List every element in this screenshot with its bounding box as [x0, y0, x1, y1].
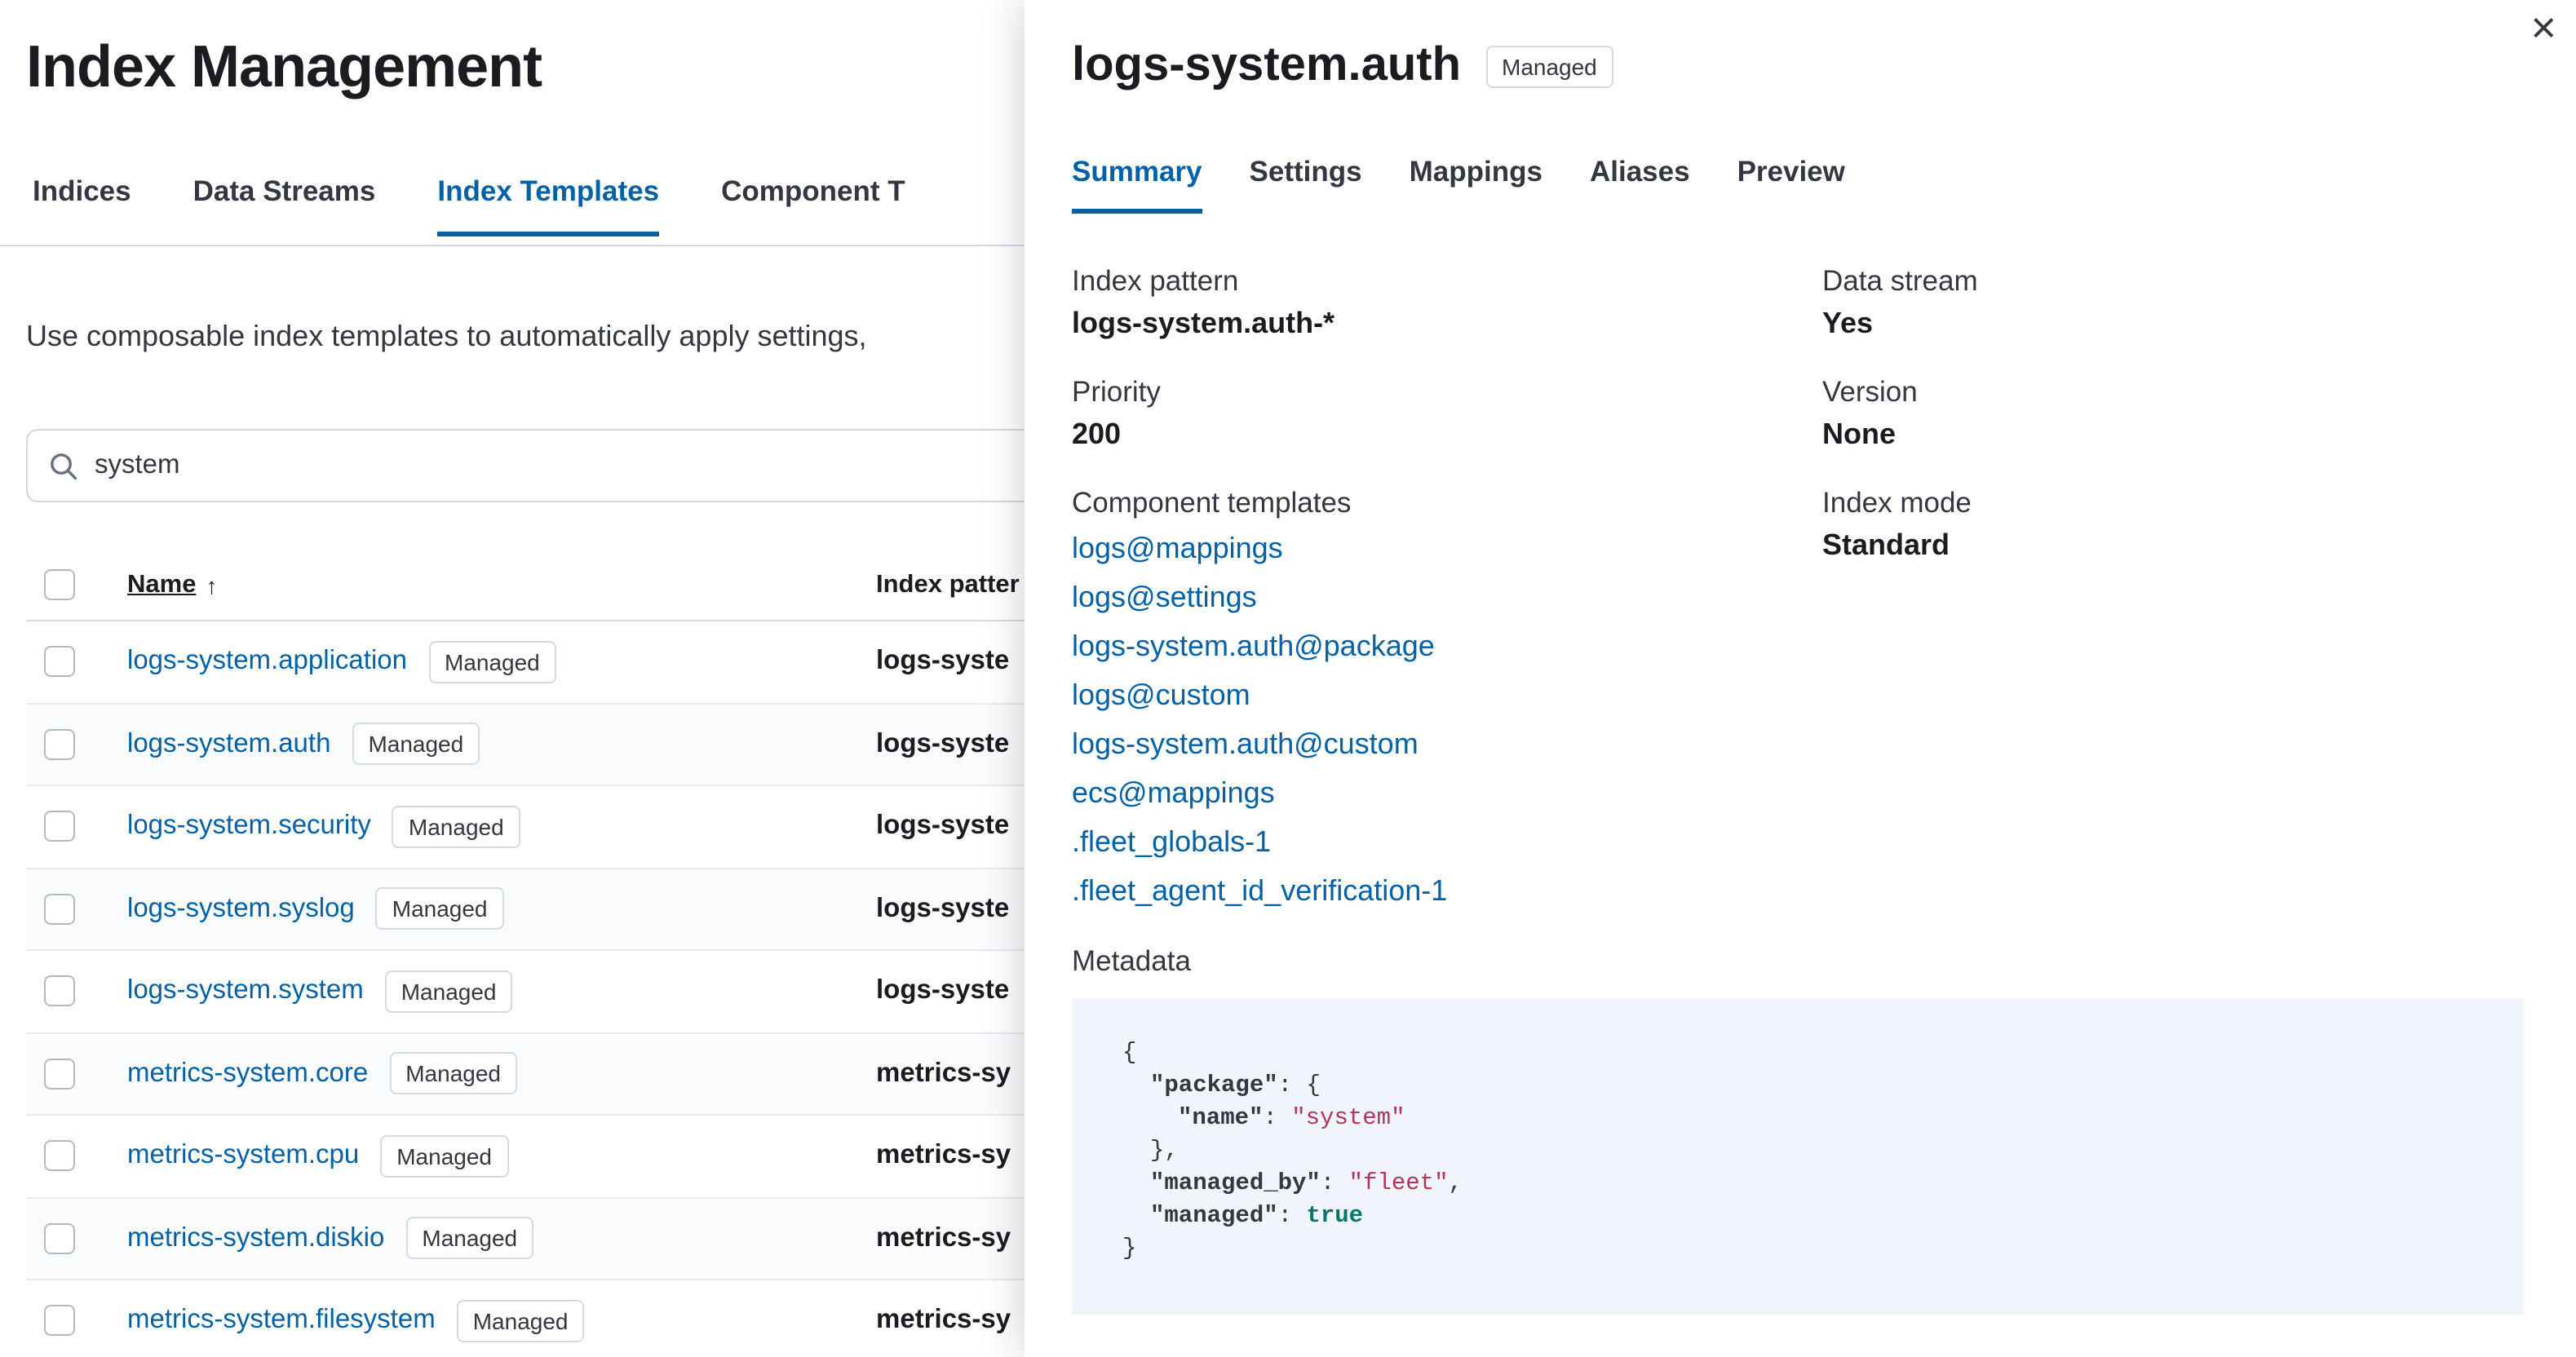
managed-badge: Managed — [375, 887, 504, 930]
managed-badge: Managed — [384, 970, 513, 1013]
template-name-link[interactable]: logs-system.security — [127, 811, 371, 842]
row-checkbox[interactable] — [44, 975, 75, 1007]
index-management-page: Index Management Indices Data Streams In… — [0, 0, 2576, 1357]
field-label: Index mode — [1822, 486, 1972, 519]
field-value: 200 — [1072, 418, 1122, 450]
tab-mappings[interactable]: Mappings — [1410, 155, 1543, 214]
template-name-link[interactable]: metrics-system.core — [127, 1059, 368, 1090]
field-label: Version — [1822, 375, 1918, 408]
field-label: Metadata — [1072, 944, 1191, 977]
component-template-link[interactable]: .fleet_agent_id_verification-1 — [1072, 866, 1790, 915]
template-name-link[interactable]: metrics-system.cpu — [127, 1141, 359, 1172]
row-checkbox[interactable] — [44, 811, 75, 842]
component-template-link[interactable]: .fleet_globals-1 — [1072, 817, 1790, 866]
field-value: Standard — [1822, 528, 1950, 561]
page-title: Index Management — [26, 33, 542, 99]
field-label: Priority — [1072, 375, 1161, 408]
tab-summary[interactable]: Summary — [1072, 155, 1202, 214]
field-label: Data stream — [1822, 264, 1978, 297]
template-details-flyout: × logs-system.auth Managed Summary Setti… — [1025, 0, 2576, 1357]
row-checkbox[interactable] — [44, 1305, 75, 1337]
tab-aliases[interactable]: Aliases — [1590, 155, 1690, 214]
component-template-links: logs@mappings logs@settings logs-system.… — [1072, 524, 1790, 915]
managed-badge: Managed — [405, 1217, 534, 1260]
row-checkbox[interactable] — [44, 728, 75, 760]
template-name-link[interactable]: logs-system.application — [127, 647, 407, 678]
row-checkbox[interactable] — [44, 1222, 75, 1254]
summary-data-stream: Data stream Yes — [1822, 259, 2475, 346]
page-tabs: Indices Data Streams Index Templates Com… — [33, 175, 905, 236]
row-checkbox[interactable] — [44, 1140, 75, 1172]
summary-index-pattern: Index pattern logs-system.auth-* — [1072, 259, 1790, 346]
template-name-link[interactable]: metrics-system.diskio — [127, 1223, 384, 1254]
template-name-link[interactable]: logs-system.system — [127, 976, 364, 1007]
template-name-link[interactable]: metrics-system.filesystem — [127, 1306, 436, 1337]
flyout-tabs: Summary Settings Mappings Aliases Previe… — [1072, 155, 2524, 214]
column-header-name-label: Name — [127, 570, 197, 598]
managed-badge: Managed — [1485, 45, 1613, 87]
select-all-checkbox[interactable] — [44, 569, 75, 600]
managed-badge: Managed — [392, 805, 520, 848]
row-checkbox[interactable] — [44, 1058, 75, 1090]
tab-component-templates[interactable]: Component T — [721, 175, 905, 236]
component-template-link[interactable]: logs-system.auth@package — [1072, 621, 1790, 670]
flyout-title: logs-system.auth — [1072, 39, 1461, 91]
summary-priority: Priority 200 — [1072, 370, 1790, 457]
field-value: None — [1822, 418, 1896, 450]
tab-settings[interactable]: Settings — [1250, 155, 1362, 214]
managed-badge: Managed — [389, 1052, 517, 1095]
template-name-link[interactable]: logs-system.auth — [127, 729, 330, 760]
search-icon — [49, 451, 78, 480]
managed-badge: Managed — [380, 1134, 508, 1178]
template-name-link[interactable]: logs-system.syslog — [127, 894, 355, 925]
field-value: Yes — [1822, 307, 1874, 339]
component-template-link[interactable]: logs@mappings — [1072, 524, 1790, 572]
summary-component-templates: Component templates logs@mappings logs@s… — [1072, 481, 1790, 915]
managed-badge: Managed — [456, 1299, 585, 1342]
page-description: Use composable index templates to automa… — [26, 320, 867, 352]
summary-version: Version None — [1822, 370, 2475, 457]
managed-badge: Managed — [428, 640, 556, 683]
field-label: Index pattern — [1072, 264, 1239, 297]
column-header-name[interactable]: Name ↑ — [127, 570, 217, 599]
row-checkbox[interactable] — [44, 893, 75, 925]
field-label: Component templates — [1072, 486, 1352, 519]
row-checkbox[interactable] — [44, 646, 75, 678]
tab-preview[interactable]: Preview — [1737, 155, 1845, 214]
component-template-link[interactable]: logs@custom — [1072, 670, 1790, 719]
close-icon[interactable]: × — [2530, 0, 2556, 55]
tab-data-streams[interactable]: Data Streams — [193, 175, 376, 236]
sort-ascending-icon: ↑ — [206, 572, 218, 598]
summary-index-mode: Index mode Standard — [1822, 481, 2475, 568]
summary-metadata: Metadata { "package": { "name": "system"… — [1072, 939, 2524, 1315]
field-value: logs-system.auth-* — [1072, 307, 1335, 339]
metadata-code-block: { "package": { "name": "system" }, "mana… — [1072, 998, 2524, 1315]
component-template-link[interactable]: ecs@mappings — [1072, 768, 1790, 817]
component-template-link[interactable]: logs-system.auth@custom — [1072, 719, 1790, 768]
tab-index-templates[interactable]: Index Templates — [437, 175, 660, 236]
managed-badge: Managed — [352, 723, 480, 766]
tab-indices[interactable]: Indices — [33, 175, 131, 236]
component-template-link[interactable]: logs@settings — [1072, 572, 1790, 621]
